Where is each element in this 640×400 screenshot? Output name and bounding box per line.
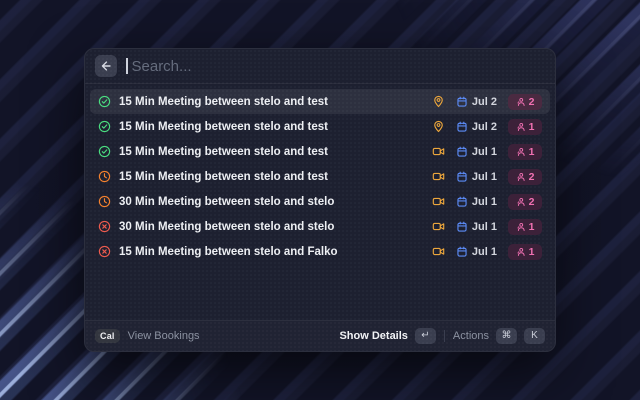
booking-title: 30 Min Meeting between stelo and stelo [119,221,424,233]
video-icon [432,145,445,158]
search-input[interactable] [132,58,546,75]
video-icon [432,195,445,208]
x-circle-icon [98,245,111,258]
booking-date: Jul 1 [472,246,497,258]
date-chip: Jul 1 [456,146,497,158]
clock-icon [98,170,111,183]
map-pin-icon [432,120,445,133]
video-icon [432,220,445,233]
attendee-count: 2 [529,96,535,108]
attendee-icon [516,97,526,107]
command-palette-dialog: 15 Min Meeting between stelo and test Ju… [84,48,556,352]
booking-title: 15 Min Meeting between stelo and test [119,96,424,108]
check-circle-icon [98,120,111,133]
booking-row[interactable]: 15 Min Meeting between stelo and test Ju… [90,89,550,114]
attendee-count: 2 [529,171,535,183]
attendee-count: 1 [529,246,535,258]
show-details-label[interactable]: Show Details [339,330,407,342]
booking-meta: Jul 1 1 [432,244,542,260]
booking-date: Jul 1 [472,196,497,208]
calendar-icon [456,171,468,183]
calendar-icon [456,121,468,133]
attendee-icon [516,222,526,232]
check-circle-icon [98,145,111,158]
booking-date: Jul 2 [472,96,497,108]
attendee-icon [516,197,526,207]
video-icon [432,245,445,258]
booking-meta: Jul 1 2 [432,169,542,185]
video-icon [432,170,445,183]
arrow-left-icon [99,59,113,73]
calendar-icon [456,221,468,233]
attendee-icon [516,247,526,257]
footer-right: Show Details ↵ Actions ⌘ K [339,328,545,344]
booking-row[interactable]: 15 Min Meeting between stelo and test Ju… [90,114,550,139]
date-chip: Jul 2 [456,96,497,108]
bookings-list: 15 Min Meeting between stelo and test Ju… [85,84,555,320]
enter-key[interactable]: ↵ [415,328,436,344]
cal-logo: Cal [95,329,120,343]
attendee-badge: 1 [508,144,542,160]
calendar-icon [456,246,468,258]
attendee-icon [516,172,526,182]
date-chip: Jul 2 [456,121,497,133]
attendee-icon [516,147,526,157]
actions-label[interactable]: Actions [453,330,489,342]
attendee-badge: 1 [508,119,542,135]
attendee-badge: 2 [508,94,542,110]
attendee-count: 1 [529,121,535,133]
booking-meta: Jul 2 1 [432,119,542,135]
k-key[interactable]: K [524,328,545,344]
booking-row[interactable]: 30 Min Meeting between stelo and stelo J… [90,214,550,239]
search-bar [85,49,555,84]
booking-title: 15 Min Meeting between stelo and test [119,121,424,133]
attendee-count: 1 [529,146,535,158]
attendee-count: 2 [529,196,535,208]
attendee-count: 1 [529,221,535,233]
booking-date: Jul 2 [472,121,497,133]
booking-row[interactable]: 15 Min Meeting between stelo and test Ju… [90,139,550,164]
booking-meta: Jul 1 2 [432,194,542,210]
attendee-badge: 2 [508,194,542,210]
booking-meta: Jul 2 2 [432,94,542,110]
booking-title: 15 Min Meeting between stelo and Falko [119,246,424,258]
back-button[interactable] [95,55,117,77]
footer-divider [444,330,445,342]
date-chip: Jul 1 [456,171,497,183]
attendee-badge: 2 [508,169,542,185]
footer-bar: Cal View Bookings Show Details ↵ Actions… [85,320,555,351]
text-caret [126,58,128,74]
booking-date: Jul 1 [472,146,497,158]
cmd-key[interactable]: ⌘ [496,328,517,344]
booking-date: Jul 1 [472,221,497,233]
booking-date: Jul 1 [472,171,497,183]
map-pin-icon [432,95,445,108]
attendee-icon [516,122,526,132]
clock-icon [98,195,111,208]
calendar-icon [456,146,468,158]
booking-row[interactable]: 15 Min Meeting between stelo and Falko J… [90,239,550,264]
booking-meta: Jul 1 1 [432,219,542,235]
x-circle-icon [98,220,111,233]
calendar-icon [456,196,468,208]
booking-title: 30 Min Meeting between stelo and stelo [119,196,424,208]
booking-title: 15 Min Meeting between stelo and test [119,171,424,183]
booking-row[interactable]: 15 Min Meeting between stelo and test Ju… [90,164,550,189]
check-circle-icon [98,95,111,108]
booking-row[interactable]: 30 Min Meeting between stelo and stelo J… [90,189,550,214]
date-chip: Jul 1 [456,246,497,258]
date-chip: Jul 1 [456,221,497,233]
date-chip: Jul 1 [456,196,497,208]
footer-left: Cal View Bookings [95,329,200,343]
booking-title: 15 Min Meeting between stelo and test [119,146,424,158]
attendee-badge: 1 [508,219,542,235]
booking-meta: Jul 1 1 [432,144,542,160]
calendar-icon [456,96,468,108]
attendee-badge: 1 [508,244,542,260]
view-bookings-label[interactable]: View Bookings [128,330,200,342]
